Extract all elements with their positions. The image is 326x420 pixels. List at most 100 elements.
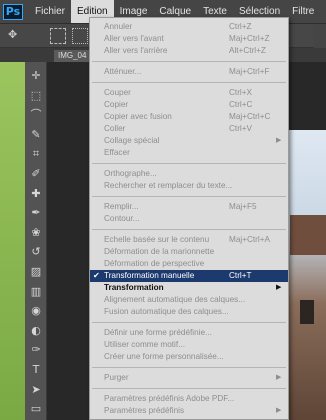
- menu-item-label: Paramètres prédéfinis Adobe PDF...: [104, 394, 235, 403]
- photoshop-logo: Ps: [3, 3, 23, 20]
- dodge-icon[interactable]: ◐: [28, 323, 44, 339]
- menu-item-label: Effacer: [104, 148, 130, 157]
- menu-separator: [92, 196, 286, 197]
- menu-separator: [92, 367, 286, 368]
- submenu-arrow-icon: ▶: [276, 374, 282, 381]
- edit-menu-dropdown: Annuler Ctrl+Z Aller vers l'avant Maj+Ctrl+…: [89, 17, 289, 420]
- menu-item[interactable]: Rechercher et remplacer du texte...: [90, 180, 288, 192]
- menu-item[interactable]: Annuler Ctrl+Z: [90, 21, 288, 33]
- marquee-icon[interactable]: ⬚: [28, 88, 44, 104]
- menu-item-label: Transformation: [104, 283, 164, 292]
- menu-item-label: Remplir...: [104, 202, 139, 211]
- menu-item-label: Contour...: [104, 214, 140, 223]
- document-tab[interactable]: IMG_04: [54, 50, 91, 62]
- menu-filtre[interactable]: Filtre: [286, 0, 320, 23]
- menu-item[interactable]: Transformation ▶: [90, 282, 288, 294]
- menu-separator: [92, 82, 286, 83]
- menu-item-label: Définir une forme prédéfinie...: [104, 328, 212, 337]
- menu-item-label: Copier avec fusion: [104, 112, 172, 121]
- menu-item[interactable]: Fusion automatique des calques...: [90, 306, 288, 318]
- menu-item-label: Paramètres prédéfinis: [104, 406, 185, 415]
- menu-item[interactable]: Orthographe...: [90, 168, 288, 180]
- move-icon[interactable]: ✛: [28, 68, 44, 84]
- lasso-icon[interactable]: ⌒: [28, 107, 44, 123]
- menu-item-label: Créer une forme personnalisée...: [104, 352, 224, 361]
- menu-item-label: Aller vers l'arrière: [104, 46, 168, 55]
- type-icon[interactable]: T: [28, 362, 44, 378]
- history-brush-icon[interactable]: ↺: [28, 244, 44, 260]
- menu-item[interactable]: Effacer: [90, 147, 288, 159]
- menu-item-shortcut: Ctrl+X: [229, 88, 252, 97]
- menu-item[interactable]: Couper Ctrl+X: [90, 87, 288, 99]
- menu-item-label: Déformation de la marionnette: [104, 247, 215, 256]
- menu-item[interactable]: Déformation de la marionnette: [90, 246, 288, 258]
- submenu-arrow-icon: ▶: [276, 137, 282, 144]
- menu-item[interactable]: Définir une forme prédéfinie...: [90, 327, 288, 339]
- menu-item-label: Rechercher et remplacer du texte...: [104, 181, 233, 190]
- menu-item-label: Couper: [104, 88, 131, 97]
- menu-fichier[interactable]: Fichier: [29, 0, 71, 23]
- menu-item[interactable]: ✔ Transformation manuelle Ctrl+T: [90, 270, 288, 282]
- menu-item[interactable]: Alignement automatique des calques...: [90, 294, 288, 306]
- submenu-arrow-icon: ▶: [276, 284, 282, 291]
- menu-item-label: Coller: [104, 124, 126, 133]
- menu-item[interactable]: Contour...: [90, 213, 288, 225]
- selection-mode-icon[interactable]: [50, 28, 66, 44]
- menu-item[interactable]: Aller vers l'avant Maj+Ctrl+Z: [90, 33, 288, 45]
- menu-item-shortcut: Ctrl+V: [229, 124, 252, 133]
- desktop-background: [0, 48, 25, 420]
- menu-separator: [92, 388, 286, 389]
- menu-item[interactable]: Paramètres prédéfinis ▶: [90, 405, 288, 417]
- menu-item[interactable]: Remplir... Maj+F5: [90, 201, 288, 213]
- stamp-icon[interactable]: ❀: [28, 225, 44, 241]
- menu-item[interactable]: Copier Ctrl+C: [90, 99, 288, 111]
- menu-item-label: Déformation de perspective: [104, 259, 205, 268]
- menu-item[interactable]: Purger ▶: [90, 372, 288, 384]
- menu-item-shortcut: Maj+Ctrl+F: [229, 67, 270, 76]
- menu-item-label: Utiliser comme motif...: [104, 340, 185, 349]
- shape-icon[interactable]: ▭: [28, 401, 44, 417]
- brush-icon[interactable]: ✒: [28, 205, 44, 221]
- eraser-icon[interactable]: ▨: [28, 264, 44, 280]
- healing-icon[interactable]: ✚: [28, 186, 44, 202]
- menu-item[interactable]: Utiliser comme motif...: [90, 339, 288, 351]
- document-image: [284, 130, 326, 420]
- menu-item[interactable]: Echelle basée sur le contenu Maj+Ctrl+A: [90, 234, 288, 246]
- menu-item-shortcut: Maj+Ctrl+A: [229, 235, 270, 244]
- menu-item[interactable]: Paramètres prédéfinis Adobe PDF...: [90, 393, 288, 405]
- crop-icon[interactable]: ⌗: [28, 146, 44, 162]
- menu-item[interactable]: Collage spécial ▶: [90, 135, 288, 147]
- checkmark-icon: ✔: [93, 271, 100, 280]
- options-bar-end: [314, 24, 326, 48]
- menu-item-shortcut: Ctrl+T: [229, 271, 252, 280]
- menu-item[interactable]: Atténuer... Maj+Ctrl+F: [90, 66, 288, 78]
- menu-item[interactable]: Créer une forme personnalisée...: [90, 351, 288, 363]
- menu-item[interactable]: Coller Ctrl+V: [90, 123, 288, 135]
- menu-item-label: Atténuer...: [104, 67, 142, 76]
- menu-separator: [92, 163, 286, 164]
- menu-item[interactable]: Déformation de perspective: [90, 258, 288, 270]
- selection-add-icon[interactable]: [72, 28, 88, 44]
- menu-item[interactable]: Aller vers l'arrière Alt+Ctrl+Z: [90, 45, 288, 57]
- gradient-icon[interactable]: ▥: [28, 284, 44, 300]
- path-select-icon[interactable]: ➤: [28, 382, 44, 398]
- tool-preset-icon[interactable]: ✥: [8, 28, 26, 44]
- menu-item-label: Purger: [104, 373, 129, 382]
- menu-separator: [92, 229, 286, 230]
- menu-item-label: Collage spécial: [104, 136, 160, 145]
- quick-select-icon[interactable]: ✎: [28, 127, 44, 143]
- menu-item-shortcut: Alt+Ctrl+Z: [229, 46, 266, 55]
- menu-separator: [92, 322, 286, 323]
- blur-icon[interactable]: ◉: [28, 303, 44, 319]
- menu-item-shortcut: Ctrl+C: [229, 100, 253, 109]
- menu-item-label: Echelle basée sur le contenu: [104, 235, 210, 244]
- submenu-arrow-icon: ▶: [276, 407, 282, 414]
- menu-item-label: Aller vers l'avant: [104, 34, 164, 43]
- image-roof: [290, 215, 326, 255]
- pen-icon[interactable]: ✑: [28, 342, 44, 358]
- eyedropper-icon[interactable]: ✐: [28, 166, 44, 182]
- menu-item-label: Copier: [104, 100, 129, 109]
- menu-item[interactable]: Copier avec fusion Maj+Ctrl+C: [90, 111, 288, 123]
- menu-item-shortcut: Maj+F5: [229, 202, 257, 211]
- menu-item-label: Transformation manuelle: [104, 271, 195, 280]
